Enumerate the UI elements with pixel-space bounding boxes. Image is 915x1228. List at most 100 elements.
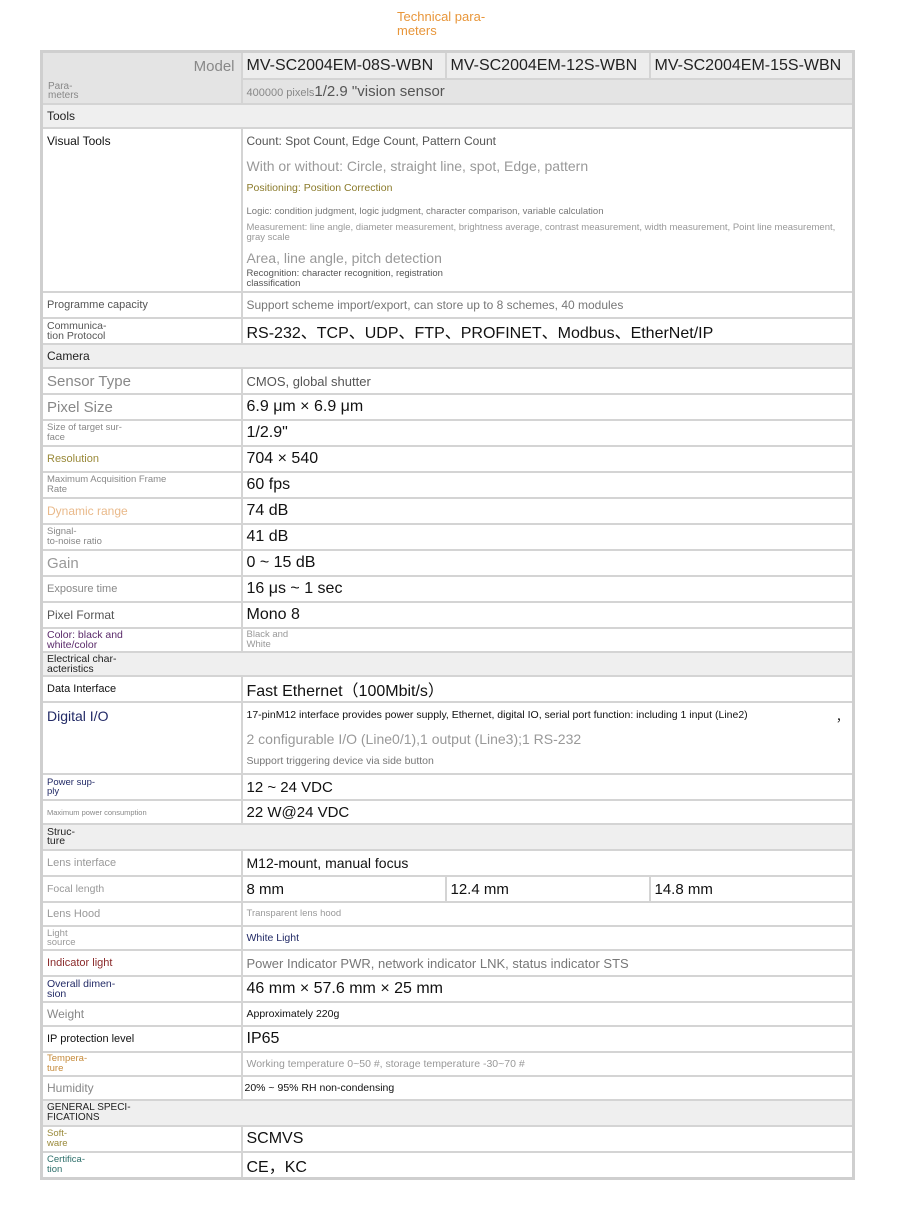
row-label-hood: Lens Hood — [40, 901, 243, 927]
sensor-value: CMOS, global shutter — [240, 367, 855, 395]
corner-params-label: Para- meters — [48, 81, 79, 101]
row-label-temperature: Tempera- ture — [40, 1051, 243, 1077]
spec-row: Weight Approximately 220g — [40, 1001, 855, 1027]
io-line: 2 configurable I/O (Line0/1),1 output (L… — [246, 731, 582, 747]
spec-row: Power sup- ply 12 ~ 24 VDC — [40, 773, 855, 801]
tool-line: Area, line angle, pitch detection — [246, 250, 442, 266]
consumption-value: 22 W@24 VDC — [240, 799, 855, 825]
model-name: MV-SC2004EM-15S-WBN — [648, 50, 855, 81]
row-label-exposure: Exposure time — [40, 575, 243, 603]
protocol-value: RS-232、TCP、UDP、FTP、PROFINET、Modbus、Ether… — [240, 317, 855, 345]
tool-line: Measurement: line angle, diameter measur… — [246, 222, 836, 243]
row-label-data-interface: Data Interface — [40, 675, 243, 703]
spec-row: Overall dimen- sion 46 mm × 57.6 mm × 25… — [40, 975, 855, 1003]
dynamic-range-value: 74 dB — [240, 497, 855, 525]
row-label-indicator: Indicator light — [40, 949, 243, 977]
row-label-pixel-size: Pixel Size — [40, 393, 243, 421]
focal-value: 14.8 mm — [648, 875, 855, 903]
spec-row: Pixel Size 6.9 μm × 6.9 μm — [40, 393, 855, 421]
row-label-focal: Focal length — [40, 875, 243, 903]
resolution-value: 704 × 540 — [240, 445, 855, 473]
spec-row: Dynamic range 74 dB — [40, 497, 855, 525]
row-label-lens: Lens interface — [40, 849, 243, 877]
io-line: Support triggering device via side butto… — [246, 755, 434, 767]
data-interface-value: Fast Ethernet（100Mbit/s） — [240, 675, 855, 703]
spec-row: Humidity 20% ~ 95% RH non-condensing — [40, 1075, 855, 1101]
focal-value: 12.4 mm — [444, 875, 651, 903]
software-value: SCMVS — [240, 1125, 855, 1153]
spec-row: Tempera- ture Working temperature 0~50 #… — [40, 1051, 855, 1077]
spec-row: Gain 0 ~ 15 dB — [40, 549, 855, 577]
dimension-value: 46 mm × 57.6 mm × 25 mm — [240, 975, 855, 1003]
row-label-target: Size of target sur- face — [40, 419, 243, 447]
pixels-cell: 400000 pixels1/2.9 "vision sensor — [240, 78, 855, 105]
tool-line: Count: Spot Count, Edge Count, Pattern C… — [246, 134, 497, 148]
light-value: White Light — [240, 925, 855, 951]
spec-row: Maximum Acquisition Frame Rate 60 fps — [40, 471, 855, 499]
spec-row: Exposure time 16 μs ~ 1 sec — [40, 575, 855, 603]
section-row: Electrical char- acteristics — [40, 651, 855, 677]
gain-value: 0 ~ 15 dB — [240, 549, 855, 577]
row-label-protocol: Communica- tion Protocol — [40, 317, 243, 345]
color-value: Black and White — [240, 627, 855, 653]
section-row: Camera — [40, 343, 855, 369]
spec-row: Signal- to-noise ratio 41 dB — [40, 523, 855, 551]
spec-row: Color: black and white/color Black and W… — [40, 627, 855, 653]
row-label-software: Soft- ware — [40, 1125, 243, 1153]
tool-line: Logic: condition judgment, logic judgmen… — [246, 206, 604, 217]
section-camera: Camera — [40, 343, 855, 369]
spec-row: Resolution 704 × 540 — [40, 445, 855, 473]
row-label-light: Light source — [40, 925, 243, 951]
pixel-format-value: Mono 8 — [240, 601, 855, 629]
spec-row: Indicator light Power Indicator PWR, net… — [40, 949, 855, 977]
model-name: MV-SC2004EM-08S-WBN — [240, 50, 447, 81]
row-label-ip: IP protection level — [40, 1025, 243, 1053]
row-label-color: Color: black and white/color — [40, 627, 243, 653]
section-general: GENERAL SPECI- FICATIONS — [40, 1099, 855, 1127]
tool-line: Recognition: character recognition, regi… — [246, 268, 443, 289]
ip-value: IP65 — [240, 1025, 855, 1053]
section-tools: Tools — [40, 103, 855, 129]
spec-row: Certifica- tion CE，KC — [40, 1151, 855, 1180]
section-structure: Struc- ture — [40, 823, 855, 851]
visual-tools-cell: Count: Spot Count, Edge Count, Pattern C… — [240, 127, 855, 293]
row-label-power: Power sup- ply — [40, 773, 243, 801]
spec-row: Focal length 8 mm 12.4 mm 14.8 mm — [40, 875, 855, 903]
pixels-count: 400000 pixels — [246, 87, 315, 100]
model-header-row: Model Para- meters MV-SC2004EM-08S-WBN M… — [40, 50, 855, 105]
section-row: Struc- ture — [40, 823, 855, 851]
pixel-size-value: 6.9 μm × 6.9 μm — [240, 393, 855, 421]
spec-row: Programme capacity Support scheme import… — [40, 291, 855, 319]
exposure-value: 16 μs ~ 1 sec — [240, 575, 855, 603]
section-row: Tools — [40, 103, 855, 129]
row-label-dynamic-range: Dynamic range — [40, 497, 243, 525]
spec-table: Model Para- meters MV-SC2004EM-08S-WBN M… — [40, 50, 855, 1180]
row-label-gain: Gain — [40, 549, 243, 577]
row-label-capacity: Programme capacity — [40, 291, 243, 319]
io-line: 17-pinM12 interface provides power suppl… — [246, 709, 748, 721]
row-label-digital-io: Digital I/O — [40, 701, 243, 775]
spec-row: Lens Hood Transparent lens hood — [40, 901, 855, 927]
row-label-resolution: Resolution — [40, 445, 243, 473]
row-label-sensor: Sensor Type — [40, 367, 243, 395]
tool-line: With or without: Circle, straight line, … — [246, 158, 589, 174]
capacity-value: Support scheme import/export, can store … — [240, 291, 855, 319]
spec-row: Size of target sur- face 1/2.9" — [40, 419, 855, 447]
sensor-size: 1/2.9 "vision sensor — [314, 83, 445, 101]
row-label-humidity: Humidity — [40, 1075, 243, 1101]
spec-row: Lens interface M12-mount, manual focus — [40, 849, 855, 877]
spec-row: Sensor Type CMOS, global shutter — [40, 367, 855, 395]
target-value: 1/2.9" — [240, 419, 855, 447]
spec-row: Communica- tion Protocol RS-232、TCP、UDP、… — [40, 317, 855, 345]
weight-value: Approximately 220g — [240, 1001, 855, 1027]
section-row: GENERAL SPECI- FICATIONS — [40, 1099, 855, 1127]
spec-row: Digital I/O 17-pinM12 interface provides… — [40, 701, 855, 775]
focal-value: 8 mm — [240, 875, 447, 903]
row-label-snr: Signal- to-noise ratio — [40, 523, 243, 551]
row-label-pixel-format: Pixel Format — [40, 601, 243, 629]
section-electrical: Electrical char- acteristics — [40, 651, 855, 677]
model-name: MV-SC2004EM-12S-WBN — [444, 50, 651, 81]
lens-value: M12-mount, manual focus — [240, 849, 855, 877]
certification-value: CE，KC — [240, 1151, 855, 1180]
corner-model-label: Model — [193, 58, 235, 75]
